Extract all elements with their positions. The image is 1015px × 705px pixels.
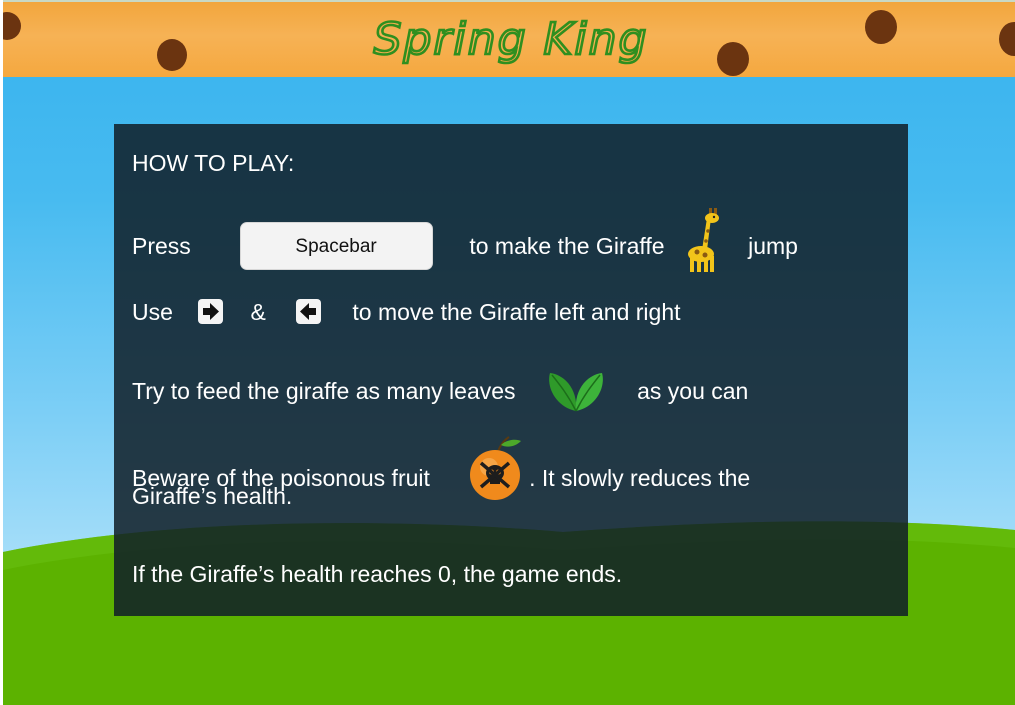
instruction-feed: Try to feed the giraffe as many leaves a… <box>132 365 748 417</box>
instruction-jump-middle: to make the Giraffe <box>469 233 665 259</box>
instruction-game-over: If the Giraffe’s health reaches 0, the g… <box>132 561 623 587</box>
spacebar-key-button[interactable]: Spacebar <box>239 222 433 270</box>
poison-fruit-icon <box>467 435 523 501</box>
game-title-text: Spring King <box>374 14 649 65</box>
leaves-icon <box>546 365 606 417</box>
instruction-feed-suffix: as you can <box>637 378 749 404</box>
instruction-poison-suffix: . It slowly reduces the <box>529 465 751 491</box>
instruction-move-connector: & <box>250 298 266 325</box>
game-stage: Spring King HOW TO PLAY: Press Spacebar … <box>3 0 1015 705</box>
instructions-panel: HOW TO PLAY: Press Spacebar to make the … <box>114 124 908 616</box>
instruction-jump-suffix: jump <box>748 233 798 259</box>
giraffe-icon <box>687 206 721 274</box>
instruction-move-prefix: Use <box>132 298 173 325</box>
instruction-move: Use & to move the Giraffe left and right <box>132 295 681 327</box>
instruction-jump-prefix: Press <box>132 233 191 259</box>
instructions-heading: HOW TO PLAY: <box>132 150 295 176</box>
instruction-feed-prefix: Try to feed the giraffe as many leaves <box>132 378 516 404</box>
right-arrow-key-icon <box>197 299 223 325</box>
instruction-move-suffix: to move the Giraffe left and right <box>352 298 681 325</box>
instruction-poison-continuation: Giraffe’s health. <box>132 483 293 509</box>
instruction-jump: Press Spacebar to make the Giraffe jump <box>132 208 798 280</box>
game-title: Spring King <box>372 13 649 67</box>
left-arrow-key-icon <box>295 299 321 325</box>
